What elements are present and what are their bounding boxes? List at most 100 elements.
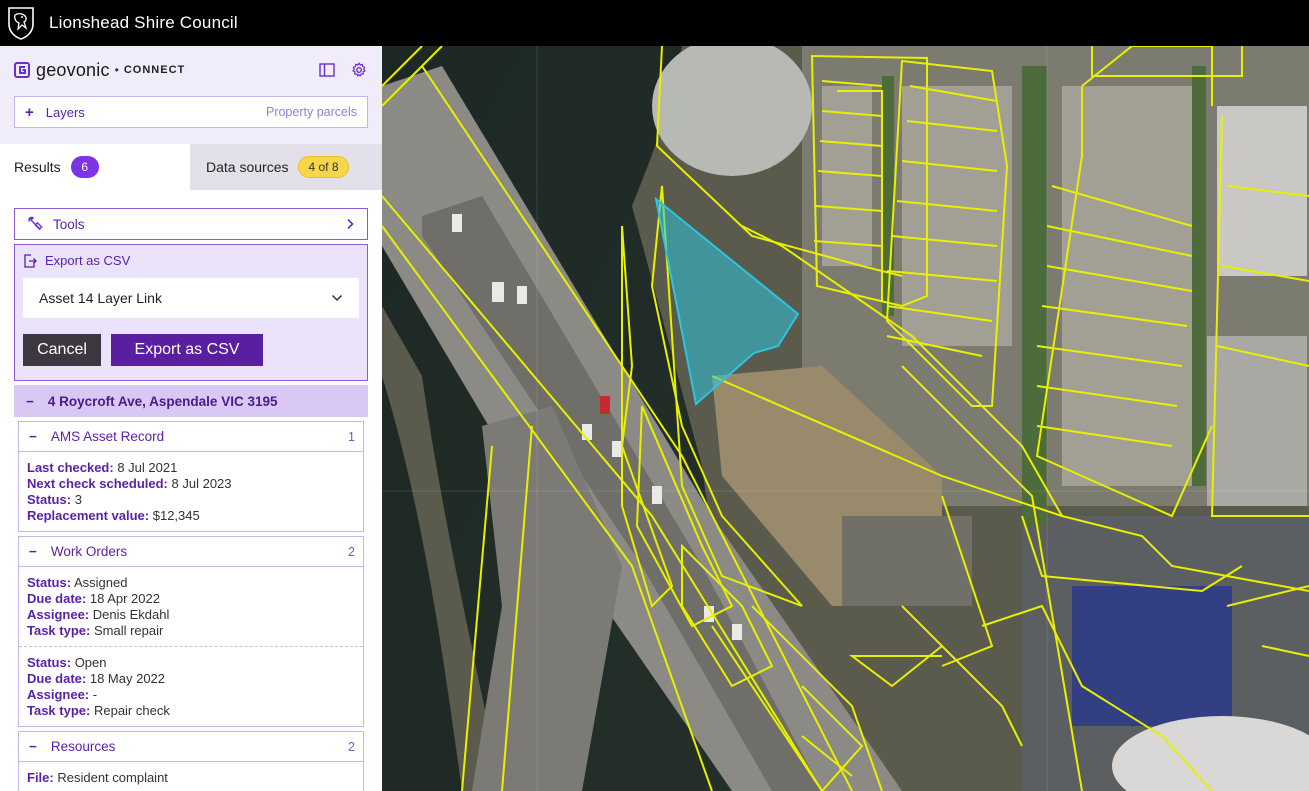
field-value: 3 (74, 492, 82, 507)
field-value: $12,345 (152, 508, 200, 523)
tools-icon (28, 216, 43, 231)
collapse-icon[interactable]: − (29, 544, 37, 559)
map-view[interactable] (382, 46, 1309, 791)
record-field: Assignee: - (27, 687, 355, 703)
record-field: Task type: Small repair (27, 623, 355, 639)
tab-data-sources[interactable]: Data sources 4 of 8 (190, 144, 382, 190)
field-value: Resident complaint (57, 770, 168, 785)
panel-toggle-icon[interactable] (318, 61, 336, 79)
export-csv-button[interactable]: Export as CSV (111, 334, 263, 366)
layer-select[interactable]: Asset 14 Layer Link (23, 278, 359, 318)
field-value: - (92, 687, 98, 702)
collapse-icon[interactable]: − (29, 739, 37, 754)
tab-results[interactable]: Results 6 (0, 144, 190, 190)
field-value: 18 Apr 2022 (89, 591, 160, 606)
field-key: Replacement value: (27, 508, 150, 523)
record-field: Next check scheduled: 8 Jul 2023 (27, 476, 355, 492)
group-title: AMS Asset Record (50, 429, 165, 444)
collapse-icon[interactable]: − (26, 394, 34, 409)
export-csv-panel: Export as CSV Asset 14 Layer Link Cancel… (14, 244, 368, 381)
group-count: 1 (348, 429, 355, 444)
field-value: Denis Ekdahl (92, 607, 170, 622)
field-key: File: (27, 770, 54, 785)
sources-count-badge: 4 of 8 (298, 156, 349, 178)
chevron-right-icon (347, 218, 354, 230)
export-icon (24, 253, 37, 268)
export-csv-title: Export as CSV (45, 253, 131, 268)
field-value: 18 May 2022 (89, 671, 166, 686)
address-label: 4 Roycroft Ave, Aspendale VIC 3195 (47, 393, 278, 409)
field-key: Assignee: (27, 687, 90, 702)
add-layer-icon[interactable]: + (25, 104, 34, 121)
side-panel: geovonic • CONNECT + Layers Property par… (0, 46, 382, 791)
field-value: Small repair (93, 623, 164, 638)
layers-bar[interactable]: + Layers Property parcels (14, 96, 368, 128)
group-count: 2 (348, 544, 355, 559)
export-csv-header: Export as CSV (23, 253, 359, 268)
record-field: Replacement value: $12,345 (27, 508, 355, 524)
record: Status: Assigned Due date: 18 Apr 2022 Ass… (19, 567, 363, 646)
tools-label: Tools (53, 216, 85, 232)
tab-sources-label: Data sources (206, 159, 289, 175)
brand-separator: • (114, 63, 119, 77)
gear-icon[interactable] (350, 61, 368, 79)
field-key: Task type: (27, 703, 91, 718)
field-key: Status: (27, 655, 72, 670)
field-key: Next check scheduled: (27, 476, 168, 491)
field-key: Last checked: (27, 460, 114, 475)
field-key: Task type: (27, 623, 91, 638)
field-key: Due date: (27, 591, 87, 606)
layers-label: Layers (45, 104, 85, 120)
field-value: 8 Jul 2021 (117, 460, 178, 475)
brand-product: CONNECT (123, 64, 186, 76)
brand-name: geovonic (36, 59, 110, 80)
record-field: Status: Assigned (27, 575, 355, 591)
record-field: Status: Open (27, 655, 355, 671)
chevron-down-icon (331, 294, 343, 302)
record-field: Last checked: 8 Jul 2021 (27, 460, 355, 476)
field-key: Assignee: (27, 607, 90, 622)
field-key: Due date: (27, 671, 87, 686)
record: Last checked: 8 Jul 2021 Next check sched… (19, 452, 363, 531)
field-value: Open (74, 655, 107, 670)
record-field: Due date: 18 Apr 2022 (27, 591, 355, 607)
cancel-button[interactable]: Cancel (23, 334, 101, 366)
record: File: Resident complaint (19, 762, 363, 791)
record-field: File: Resident complaint (27, 770, 355, 786)
aerial-map[interactable] (382, 46, 1309, 791)
tab-bar: Results 6 Data sources 4 of 8 (0, 144, 382, 190)
council-name: Lionshead Shire Council (49, 13, 238, 32)
result-group-header[interactable]: − Work Orders 2 (19, 537, 363, 567)
layer-select-value: Asset 14 Layer Link (39, 290, 162, 306)
active-layer: Property parcels (265, 105, 357, 119)
crest-icon (8, 7, 34, 40)
field-key: Status: (27, 492, 72, 507)
collapse-icon[interactable]: − (29, 429, 37, 444)
record-field: Status: 3 (27, 492, 355, 508)
record-field: Due date: 18 May 2022 (27, 671, 355, 687)
group-count: 2 (348, 739, 355, 754)
group-title: Resources (50, 739, 116, 754)
record-field: Task type: Repair check (27, 703, 355, 719)
result-group: − Resources 2 File: Resident complaint (18, 731, 364, 791)
tools-button[interactable]: Tools (14, 208, 368, 240)
group-title: Work Orders (50, 544, 128, 559)
result-group: − AMS Asset Record 1 Last checked: 8 Jul 20… (18, 421, 364, 532)
record-field: Assignee: Denis Ekdahl (27, 607, 355, 623)
result-group-header[interactable]: − AMS Asset Record 1 (19, 422, 363, 452)
address-header[interactable]: − 4 Roycroft Ave, Aspendale VIC 3195 (14, 385, 368, 417)
field-key: Status: (27, 575, 72, 590)
field-value: Assigned (73, 575, 128, 590)
brand-row: geovonic • CONNECT (0, 46, 382, 94)
record: Status: Open Due date: 18 May 2022 Assigne… (19, 646, 363, 726)
result-group-header[interactable]: − Resources 2 (19, 732, 363, 762)
results-count-badge: 6 (70, 156, 99, 178)
field-value: 8 Jul 2023 (171, 476, 232, 491)
field-value: Repair check (93, 703, 170, 718)
top-bar: Lionshead Shire Council (0, 0, 1309, 46)
results-pane: Tools Export as CSV Asset 14 Layer Link … (0, 190, 382, 791)
result-group: − Work Orders 2 Status: Assigned Due date: 1… (18, 536, 364, 727)
result-groups: − AMS Asset Record 1 Last checked: 8 Jul 20… (14, 421, 368, 791)
brand-logo-icon (14, 62, 30, 78)
tab-results-label: Results (14, 159, 61, 175)
